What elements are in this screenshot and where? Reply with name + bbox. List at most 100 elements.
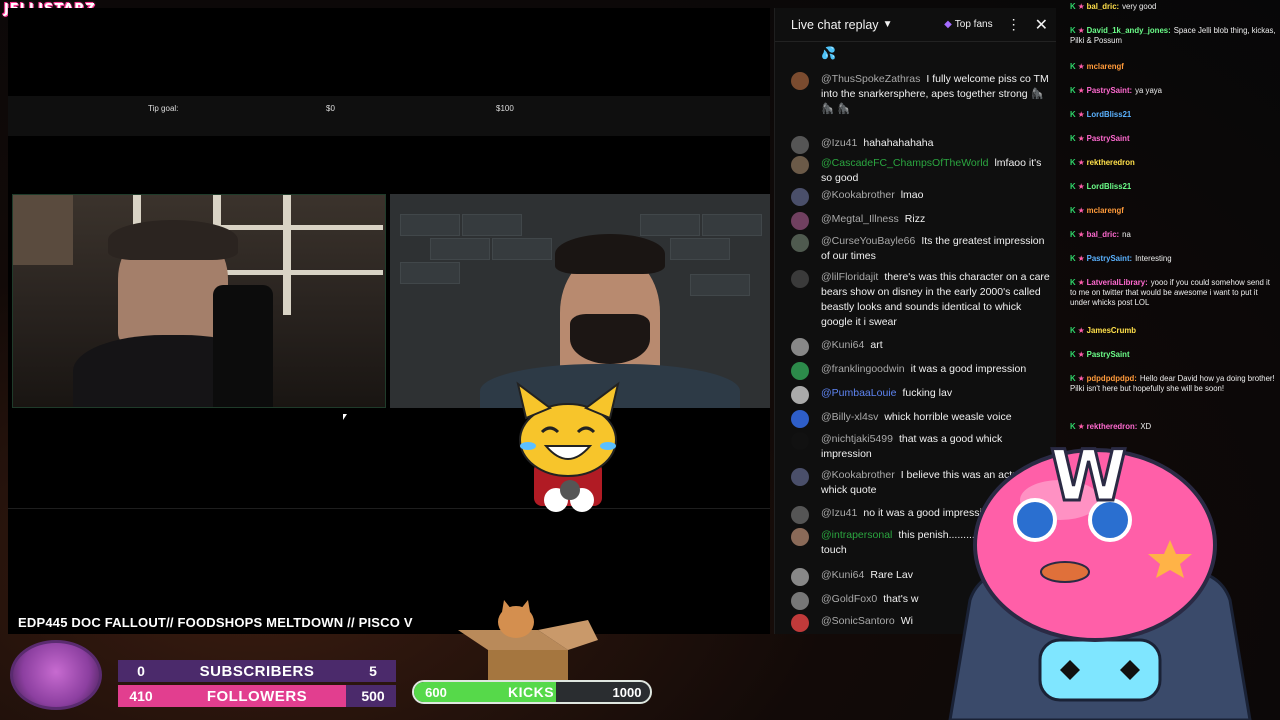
kicks-goal-bar: 600 KICKS 1000 (412, 680, 652, 704)
star-badge-icon: ★ (1077, 278, 1085, 287)
chat-message[interactable]: @franklingoodwin it was a good impression (791, 362, 1053, 380)
star-badge-icon: ★ (1077, 134, 1085, 143)
chat-author-name[interactable]: @CurseYouBayle66 (821, 235, 915, 247)
overlay-chat-row: K ★ LordBliss21 (1070, 182, 1276, 192)
kick-icon: K (1070, 86, 1076, 95)
overlay-chat-row: K ★ bal_dric: na (1070, 230, 1276, 240)
chat-author-name[interactable]: @franklingoodwin (821, 363, 905, 375)
chat-author-name[interactable]: @lilFloridajit (821, 271, 878, 283)
avatar[interactable] (791, 338, 809, 356)
emoji-icon: 💦 (821, 46, 836, 60)
star-badge-icon: ★ (1077, 86, 1085, 95)
stream-overlay: JELLISTARZ Tip goal: $0 $100 (0, 0, 1280, 720)
chat-author-name[interactable]: @Kuni64 (821, 569, 864, 581)
kicks-label: KICKS (507, 684, 555, 700)
overlay-chat-text: ya yaya (1135, 86, 1163, 95)
chat-message[interactable]: @lilFloridajit there's was this character… (791, 270, 1053, 330)
mouse-cursor (343, 414, 347, 420)
avatar[interactable] (791, 592, 809, 610)
avatar[interactable] (791, 386, 809, 404)
chat-message-text: fucking lav (902, 387, 953, 399)
avatar[interactable] (791, 528, 809, 546)
avatar[interactable] (791, 234, 809, 252)
overlay-chat-name: LordBliss21 (1086, 110, 1132, 119)
streamer-avatar (10, 640, 102, 710)
chat-message[interactable]: @PumbaaLouie fucking lav (791, 386, 1053, 404)
video-player[interactable]: Tip goal: $0 $100 EDP445 DOC FALLOUT// F… (8, 8, 770, 634)
kick-icon: K (1070, 2, 1076, 11)
star-badge-icon: ★ (1077, 374, 1085, 383)
avatar[interactable] (791, 468, 809, 486)
more-options-icon[interactable]: ⋮ (1007, 16, 1021, 33)
avatar[interactable] (791, 156, 809, 174)
chevron-down-icon[interactable]: ▼ (883, 19, 893, 30)
chat-message[interactable]: @Kuni64 art (791, 338, 1053, 356)
star-badge-icon: ★ (1077, 110, 1085, 119)
chat-author-name[interactable]: @Kookabrother (821, 469, 895, 481)
chat-author-name[interactable]: @PumbaaLouie (821, 387, 896, 399)
chat-author-name[interactable]: @Billy-xl4sv (821, 411, 878, 423)
cat-in-box-image (458, 600, 598, 680)
chat-message[interactable]: @Megtal_Illness Rizz (791, 212, 1053, 230)
top-fans-icon: ◆ (944, 19, 952, 30)
star-badge-icon: ★ (1077, 350, 1085, 359)
chat-message-text: it was a good impression (910, 363, 1027, 375)
chat-author-name[interactable]: @Kookabrother (821, 189, 895, 201)
chat-author-name[interactable]: @GoldFox0 (821, 593, 877, 605)
chat-author-name[interactable]: @CascadeFC_ChampsOfTheWorld (821, 157, 988, 169)
chat-title[interactable]: Live chat replay (791, 18, 879, 32)
avatar[interactable] (791, 188, 809, 206)
avatar[interactable] (791, 410, 809, 428)
chat-message[interactable]: @Kookabrother lmao (791, 188, 1053, 206)
overlay-chat-row: K ★ mclarengf (1070, 62, 1276, 72)
chat-message[interactable]: @ThusSpokeZathras I fully welcome piss co… (791, 72, 1053, 117)
chat-author-name[interactable]: @SonicSantoro (821, 615, 895, 627)
avatar[interactable] (791, 568, 809, 586)
chat-author-name[interactable]: @nichtjaki5499 (821, 433, 893, 445)
overlay-chat-row: K ★ PastrySaint: Interesting (1070, 254, 1276, 264)
kick-icon: K (1070, 134, 1076, 143)
webcam-host-left (12, 194, 386, 408)
avatar[interactable] (791, 506, 809, 524)
avatar[interactable] (791, 212, 809, 230)
kick-icon: K (1070, 326, 1076, 335)
chat-message[interactable]: @CascadeFC_ChampsOfTheWorld lmfaoo it's s… (791, 156, 1053, 186)
chat-author-name[interactable]: @ThusSpokeZathras (821, 73, 920, 85)
chat-author-name[interactable]: @Izu41 (821, 137, 857, 149)
tip-goal-max: $100 (496, 104, 514, 113)
kick-icon: K (1070, 182, 1076, 191)
avatar[interactable] (791, 136, 809, 154)
subscribers-current: 0 (137, 663, 145, 679)
followers-label: FOLLOWERS (206, 687, 308, 705)
avatar[interactable] (791, 72, 809, 90)
overlay-chat-row: K ★ bal_dric: very good (1070, 2, 1276, 12)
chat-author-name[interactable]: @intrapersonal (821, 529, 892, 541)
overlay-chat-name: LatverialLibrary: (1086, 278, 1148, 287)
kick-icon: K (1070, 278, 1076, 287)
avatar[interactable] (791, 432, 809, 450)
avatar[interactable] (791, 362, 809, 380)
stream-chat-overlay: K ★ bal_dric: very good K ★ David_1k_andy_jone… (1066, 0, 1280, 431)
overlay-chat-text: very good (1122, 2, 1157, 11)
chat-message-text: lmao (900, 189, 924, 201)
close-icon[interactable]: ✕ (1035, 15, 1048, 35)
overlay-chat-text: na (1122, 230, 1131, 239)
kicks-goal: 1000 (612, 684, 642, 700)
chat-author-name[interactable]: @Megtal_Illness (821, 213, 899, 225)
top-fans-button[interactable]: ◆ Top fans (944, 19, 993, 30)
webcam-guest-right (390, 194, 770, 408)
chat-header: Live chat replay ▼ ◆ Top fans ⋮ ✕ (775, 8, 1056, 42)
followers-current: 410 (129, 688, 153, 704)
chat-message[interactable]: @Izu41 hahahahahaha (791, 136, 1053, 154)
chat-message-text: Rizz (904, 213, 926, 225)
chat-author-name[interactable]: @Kuni64 (821, 339, 864, 351)
cartoon-cat-sticker (516, 381, 620, 512)
chat-author-name[interactable]: @Izu41 (821, 507, 857, 519)
kick-icon: K (1070, 206, 1076, 215)
overlay-chat-row: K ★ PastrySaint (1070, 134, 1276, 144)
avatar[interactable] (791, 614, 809, 632)
avatar[interactable] (791, 270, 809, 288)
player-divider (8, 508, 770, 509)
overlay-chat-name: David_1k_andy_jones: (1086, 26, 1171, 35)
chat-message[interactable]: @CurseYouBayle66 Its the greatest impress… (791, 234, 1053, 264)
